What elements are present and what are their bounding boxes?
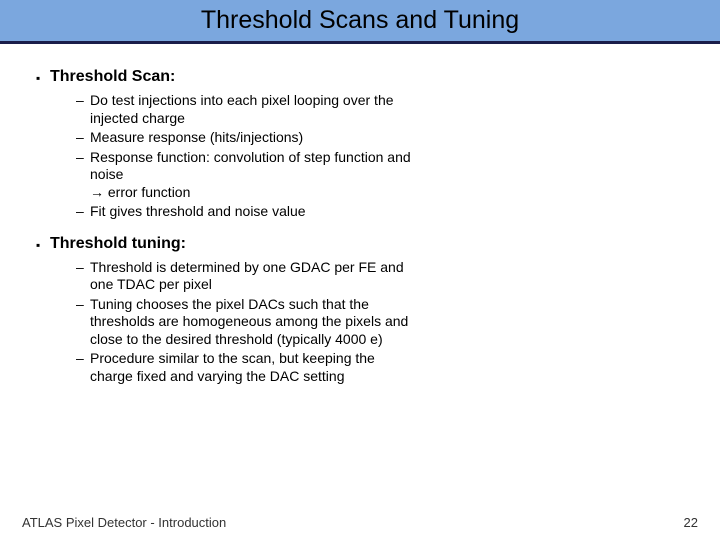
list-item: Threshold is determined by one GDAC per …	[76, 259, 416, 294]
list-item: Tuning chooses the pixel DACs such that …	[76, 296, 416, 349]
slide-content: Threshold Scan: Do test injections into …	[0, 44, 720, 385]
sub-list-scan: Do test injections into each pixel loopi…	[36, 92, 416, 221]
title-bar: Threshold Scans and Tuning	[0, 0, 720, 44]
page-number: 22	[684, 515, 698, 530]
list-item: Measure response (hits/injections)	[76, 129, 416, 147]
section-heading-tuning: Threshold tuning:	[36, 235, 684, 253]
footer: ATLAS Pixel Detector - Introduction 22	[0, 515, 720, 530]
slide-title: Threshold Scans and Tuning	[0, 6, 720, 35]
list-item: Procedure similar to the scan, but keepi…	[76, 350, 416, 385]
sub-list-tuning: Threshold is determined by one GDAC per …	[36, 259, 416, 386]
list-item: Do test injections into each pixel loopi…	[76, 92, 416, 127]
slide: Threshold Scans and Tuning Threshold Sca…	[0, 0, 720, 540]
footer-left: ATLAS Pixel Detector - Introduction	[22, 515, 226, 530]
list-item: Fit gives threshold and noise value	[76, 203, 416, 221]
list-item: Response function: convolution of step f…	[76, 149, 416, 202]
section-heading-scan: Threshold Scan:	[36, 68, 684, 86]
